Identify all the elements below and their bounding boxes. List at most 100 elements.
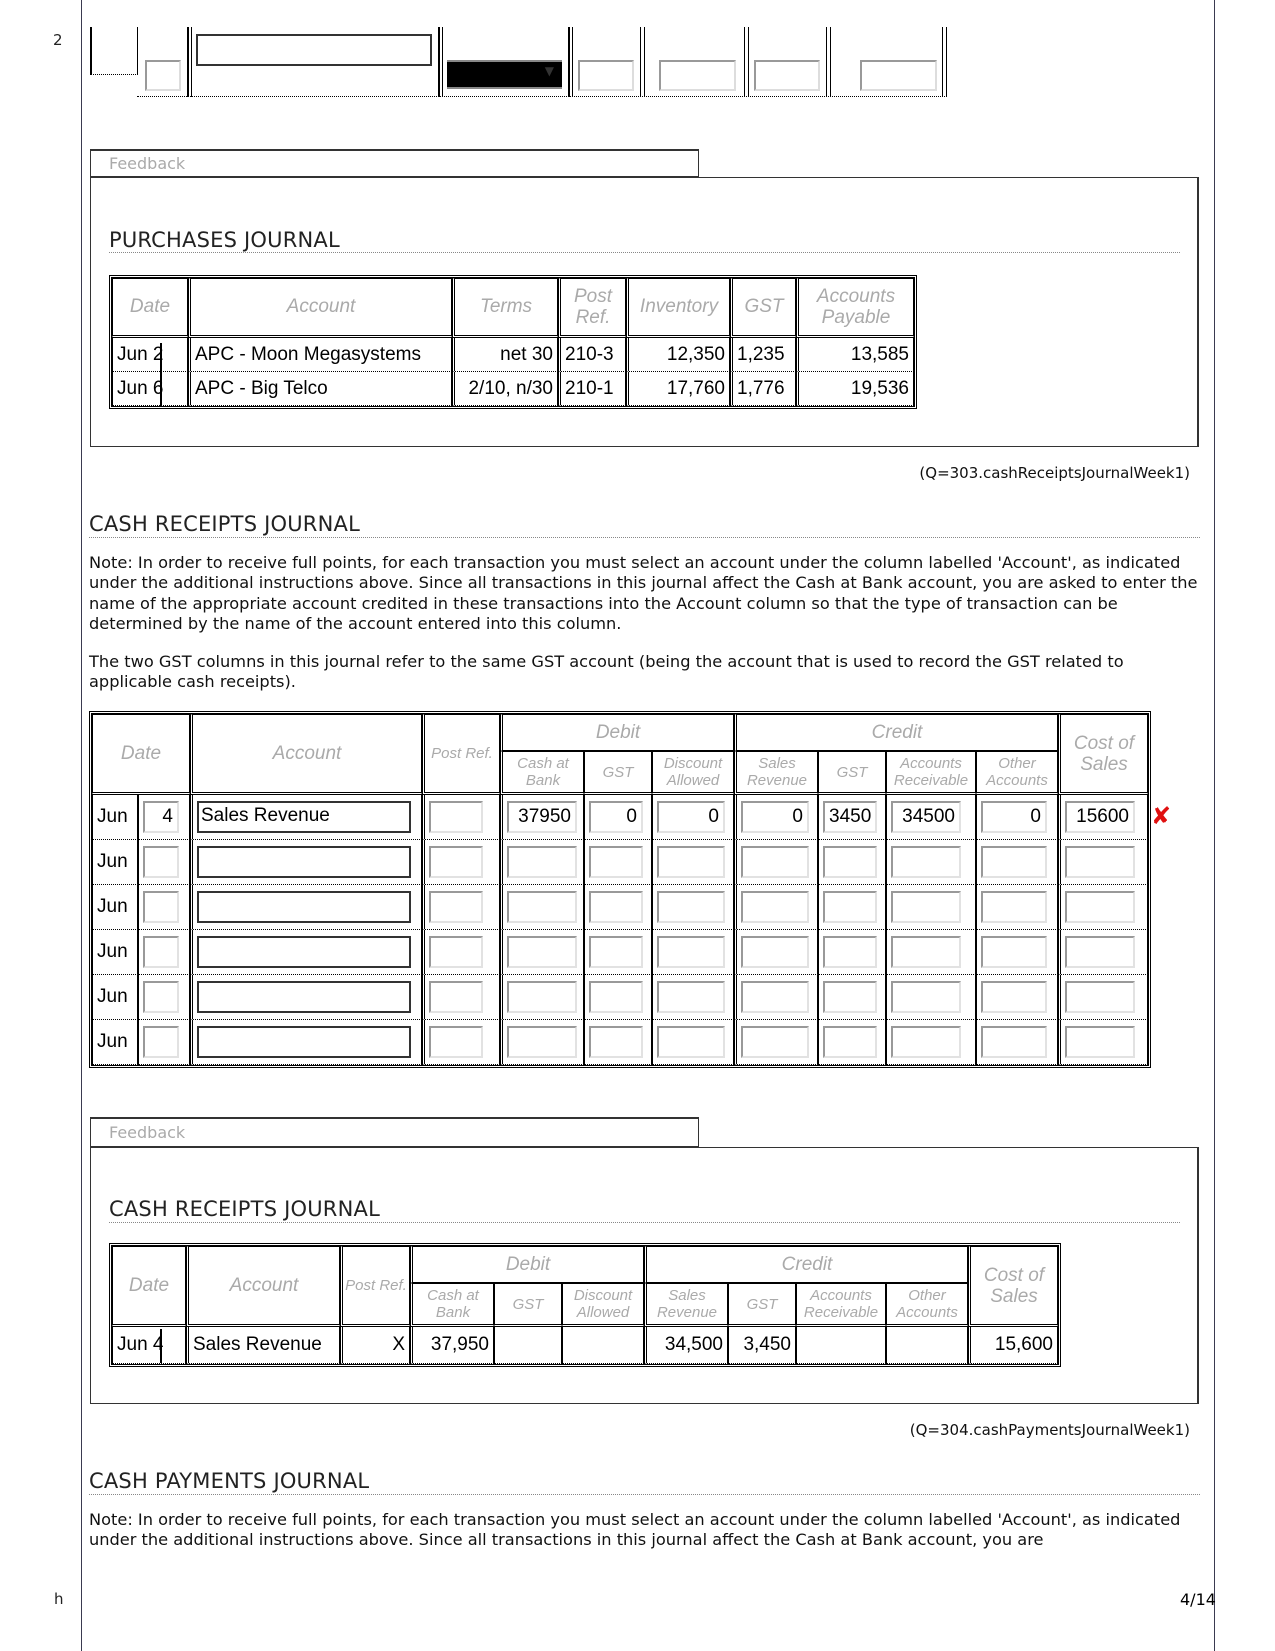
amount-input[interactable] — [860, 60, 937, 91]
sales-revenue-input[interactable] — [741, 981, 809, 1013]
cash-at-bank-input[interactable] — [507, 936, 577, 968]
cell-account — [190, 975, 422, 1020]
post-ref-input[interactable] — [429, 846, 483, 878]
post-ref-input[interactable] — [429, 891, 483, 923]
col-header-discount-allowed: Discount Allowed — [652, 751, 734, 795]
day-input[interactable] — [142, 981, 179, 1013]
debit-gst-input[interactable] — [589, 846, 643, 878]
table-row: Jun 4 Sales Revenue X 37,950 34,500 3,45… — [112, 1327, 1058, 1364]
cell-post-ref: 210-3 — [558, 338, 626, 372]
credit-gst-input[interactable] — [823, 1026, 877, 1058]
cell-sales-revenue — [734, 930, 818, 975]
cell-credit-gst — [818, 930, 886, 975]
day-input[interactable]: 4 — [142, 801, 179, 833]
post-ref-input[interactable] — [429, 936, 483, 968]
cash-at-bank-input[interactable] — [507, 846, 577, 878]
table-row: Jun — [92, 930, 1148, 975]
discount-allowed-input[interactable] — [657, 981, 725, 1013]
credit-gst-input[interactable]: 3450 — [823, 801, 877, 833]
accounts-receivable-input[interactable] — [891, 1026, 961, 1058]
other-accounts-input[interactable]: 0 — [981, 801, 1047, 833]
cost-of-sales-input[interactable] — [1065, 846, 1135, 878]
amount-input[interactable] — [578, 60, 634, 91]
cell-discount-allowed — [652, 840, 734, 885]
cell-other-accounts — [976, 885, 1058, 930]
post-ref-select[interactable]: ▼ — [447, 60, 562, 89]
cell-account: Sales Revenue — [186, 1327, 340, 1364]
day-input[interactable] — [142, 1026, 179, 1058]
page-margin-rule-right — [1214, 0, 1215, 1651]
cell-credit-gst — [818, 975, 886, 1020]
cell-month: Jun — [92, 930, 138, 975]
other-accounts-input[interactable] — [981, 891, 1047, 923]
credit-gst-input[interactable] — [823, 846, 877, 878]
discount-allowed-input[interactable] — [657, 936, 725, 968]
account-input[interactable] — [197, 936, 411, 968]
discount-allowed-input[interactable] — [657, 891, 725, 923]
amount-input[interactable] — [659, 60, 736, 91]
col-header-date: Date — [112, 1246, 186, 1327]
cell-accounts-payable: 19,536 — [796, 372, 914, 406]
debit-gst-input[interactable]: 0 — [589, 801, 643, 833]
cell-other-accounts — [976, 1020, 1058, 1065]
col-header-inventory: Inventory — [626, 278, 730, 338]
other-accounts-input[interactable] — [981, 981, 1047, 1013]
day-input[interactable] — [142, 891, 179, 923]
other-accounts-input[interactable] — [981, 846, 1047, 878]
accounts-receivable-input[interactable] — [891, 981, 961, 1013]
cash-at-bank-input[interactable] — [507, 1026, 577, 1058]
cash-at-bank-input[interactable] — [507, 981, 577, 1013]
account-input[interactable] — [197, 1026, 411, 1058]
other-accounts-input[interactable] — [981, 936, 1047, 968]
cash-at-bank-input[interactable] — [507, 891, 577, 923]
cash-at-bank-input[interactable]: 37950 — [507, 801, 577, 833]
post-ref-input[interactable] — [429, 981, 483, 1013]
post-ref-input[interactable] — [429, 801, 483, 833]
cell-month: Jun — [92, 1020, 138, 1065]
sales-revenue-input[interactable] — [741, 936, 809, 968]
cash-receipts-feedback-table: Date Account Post Ref. Debit Credit Cost… — [109, 1243, 1061, 1367]
credit-gst-input[interactable] — [823, 891, 877, 923]
sales-revenue-input[interactable]: 0 — [741, 801, 809, 833]
col-group-credit: Credit — [644, 1246, 968, 1283]
account-input[interactable] — [197, 891, 411, 923]
debit-gst-input[interactable] — [589, 936, 643, 968]
date-day-input[interactable] — [145, 60, 181, 91]
sales-revenue-input[interactable] — [741, 891, 809, 923]
cell-inventory: 17,760 — [626, 372, 730, 406]
debit-gst-input[interactable] — [589, 891, 643, 923]
cell-discount-allowed — [652, 885, 734, 930]
day-input[interactable] — [142, 846, 179, 878]
col-header-debit-gst: GST — [494, 1283, 562, 1327]
amount-input[interactable] — [754, 60, 820, 91]
account-input[interactable] — [196, 34, 432, 66]
accounts-receivable-input[interactable]: 34500 — [891, 801, 961, 833]
credit-gst-input[interactable] — [823, 936, 877, 968]
accounts-receivable-input[interactable] — [891, 936, 961, 968]
post-ref-input[interactable] — [429, 1026, 483, 1058]
cell-gst: 1,776 — [730, 372, 796, 406]
cost-of-sales-input[interactable]: 15600 — [1065, 801, 1135, 833]
debit-gst-input[interactable] — [589, 981, 643, 1013]
accounts-receivable-input[interactable] — [891, 846, 961, 878]
cost-of-sales-input[interactable] — [1065, 936, 1135, 968]
cost-of-sales-input[interactable] — [1065, 1026, 1135, 1058]
sales-revenue-input[interactable] — [741, 846, 809, 878]
cell-other-accounts: 0 — [976, 795, 1058, 840]
discount-allowed-input[interactable] — [657, 846, 725, 878]
feedback-tab: Feedback — [90, 149, 699, 177]
other-accounts-input[interactable] — [981, 1026, 1047, 1058]
day-input[interactable] — [142, 936, 179, 968]
sales-revenue-input[interactable] — [741, 1026, 809, 1058]
accounts-receivable-input[interactable] — [891, 891, 961, 923]
cell-date: Jun 4 — [112, 1327, 186, 1364]
debit-gst-input[interactable] — [589, 1026, 643, 1058]
cost-of-sales-input[interactable] — [1065, 891, 1135, 923]
account-input[interactable] — [197, 981, 411, 1013]
account-input[interactable]: Sales Revenue — [197, 801, 411, 833]
account-input[interactable] — [197, 846, 411, 878]
credit-gst-input[interactable] — [823, 981, 877, 1013]
discount-allowed-input[interactable] — [657, 1026, 725, 1058]
discount-allowed-input[interactable]: 0 — [657, 801, 725, 833]
cost-of-sales-input[interactable] — [1065, 981, 1135, 1013]
